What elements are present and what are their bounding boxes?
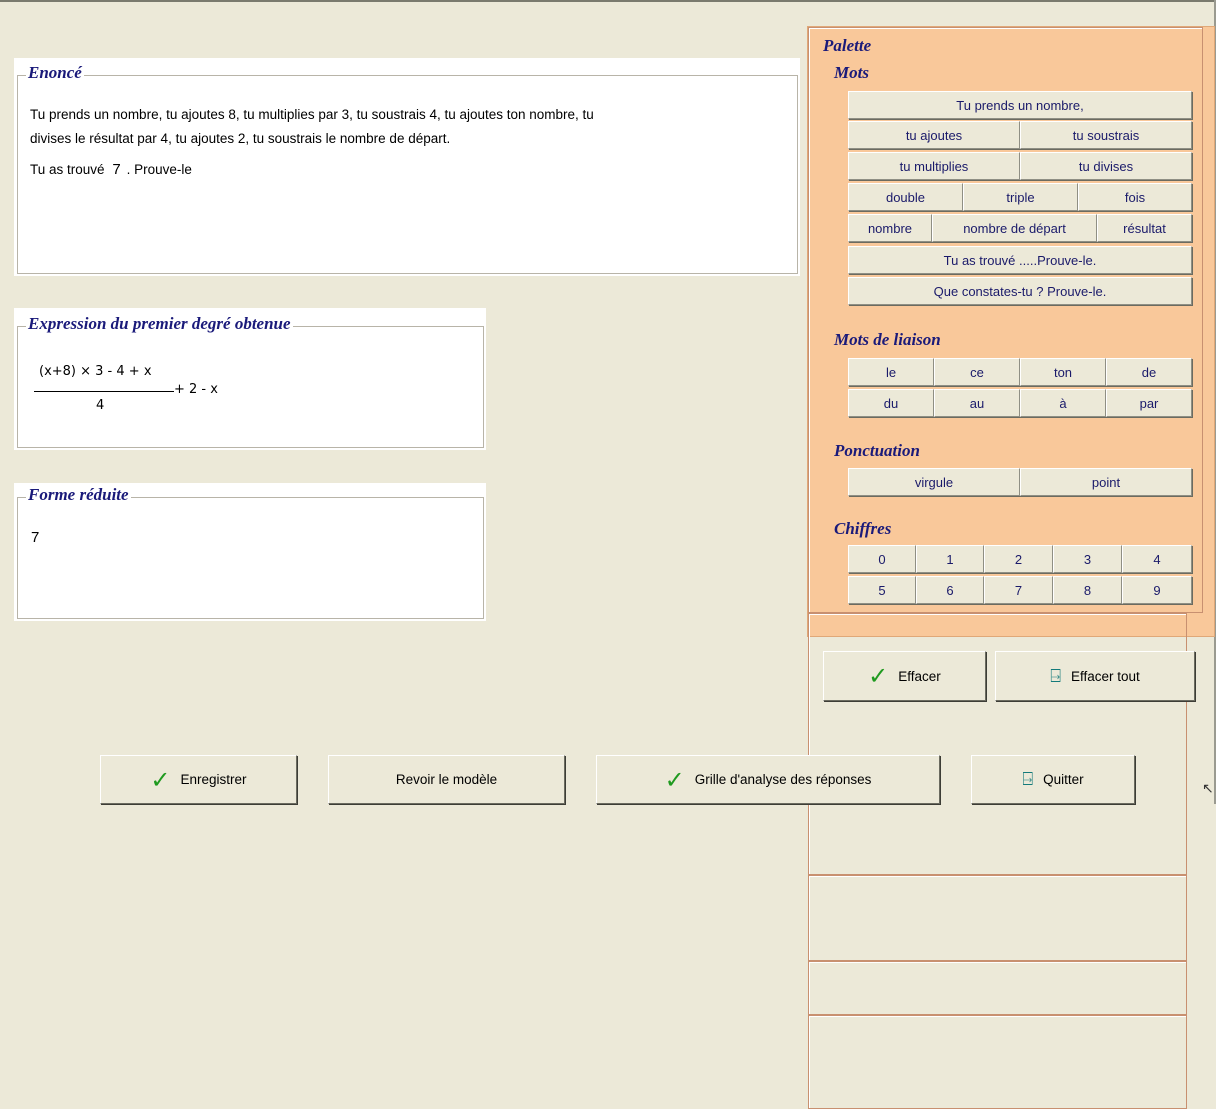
enregistrer-label: Enregistrer bbox=[180, 772, 247, 787]
digit-5[interactable]: 5 bbox=[848, 576, 916, 604]
revoir-modele-button[interactable]: Revoir le modèle bbox=[328, 755, 565, 804]
liaison-title: Mots de liaison bbox=[832, 330, 943, 349]
palette-panel: Palette Mots Tu prends un nombre, tu ajo… bbox=[807, 26, 1215, 1109]
check-icon: ✓ bbox=[150, 765, 171, 794]
chiffres-title: Chiffres bbox=[832, 519, 894, 538]
digit-1[interactable]: 1 bbox=[916, 545, 984, 573]
liaison-ce[interactable]: ce bbox=[934, 358, 1020, 386]
word-nombre[interactable]: nombre bbox=[848, 214, 932, 242]
word-double[interactable]: double bbox=[848, 183, 963, 211]
digit-3[interactable]: 3 bbox=[1053, 545, 1122, 573]
enonce-line-3: Tu as trouvé 7 . Prouve-le bbox=[30, 159, 192, 181]
grille-analyse-button[interactable]: ✓ Grille d'analyse des réponses bbox=[596, 755, 940, 804]
enregistrer-button[interactable]: ✓ Enregistrer bbox=[100, 755, 297, 804]
word-tu-divises[interactable]: tu divises bbox=[1020, 152, 1192, 180]
liaison-de[interactable]: de bbox=[1106, 358, 1192, 386]
punct-point[interactable]: point bbox=[1020, 468, 1192, 496]
mouse-cursor-icon: ↖ bbox=[1202, 780, 1214, 796]
enonce-line-2: divises le résultat par 4, tu ajoutes 2,… bbox=[30, 131, 451, 146]
effacer-label: Effacer bbox=[898, 668, 941, 684]
window-top-border bbox=[0, 0, 1216, 2]
mots-title: Mots bbox=[832, 63, 871, 82]
liaison-du[interactable]: du bbox=[848, 389, 934, 417]
enonce-line-1: Tu prends un nombre, tu ajoutes 8, tu mu… bbox=[30, 107, 594, 122]
digit-7[interactable]: 7 bbox=[984, 576, 1053, 604]
enonce-line-3-pre: Tu as trouvé bbox=[30, 162, 105, 177]
ponctuation-title: Ponctuation bbox=[832, 441, 922, 460]
liaison-au[interactable]: au bbox=[934, 389, 1020, 417]
effacer-tout-label: Effacer tout bbox=[1071, 668, 1140, 684]
punct-virgule[interactable]: virgule bbox=[848, 468, 1020, 496]
word-tu-prends-un-nombre[interactable]: Tu prends un nombre, bbox=[848, 91, 1192, 119]
forme-reduite-title: Forme réduite bbox=[26, 485, 131, 504]
check-icon: ✓ bbox=[664, 765, 685, 794]
grille-analyse-label: Grille d'analyse des réponses bbox=[694, 772, 872, 787]
digit-2[interactable]: 2 bbox=[984, 545, 1053, 573]
word-resultat[interactable]: résultat bbox=[1097, 214, 1192, 242]
quitter-button[interactable]: ⍈ Quitter bbox=[971, 755, 1135, 804]
word-tu-ajoutes[interactable]: tu ajoutes bbox=[848, 121, 1020, 149]
liaison-par[interactable]: par bbox=[1106, 389, 1192, 417]
expression-formula: (x+8) × 3 - 4 + x 4 + 2 - x bbox=[34, 364, 234, 428]
liaison-a[interactable]: à bbox=[1020, 389, 1106, 417]
enonce-title: Enoncé bbox=[26, 63, 84, 82]
word-tu-soustrais[interactable]: tu soustrais bbox=[1020, 121, 1192, 149]
forme-reduite-panel: Forme réduite 7 bbox=[14, 483, 486, 621]
expression-numerator: (x+8) × 3 - 4 + x bbox=[39, 364, 152, 379]
effacer-tout-button[interactable]: ⍈ Effacer tout bbox=[995, 651, 1195, 701]
enonce-result-value: 7 bbox=[112, 161, 121, 178]
liaison-ton[interactable]: ton bbox=[1020, 358, 1106, 386]
digit-0[interactable]: 0 bbox=[848, 545, 916, 573]
word-que-constates-tu[interactable]: Que constates-tu ? Prouve-le. bbox=[848, 277, 1192, 305]
word-triple[interactable]: triple bbox=[963, 183, 1078, 211]
word-nombre-de-depart[interactable]: nombre de départ bbox=[932, 214, 1097, 242]
digit-6[interactable]: 6 bbox=[916, 576, 984, 604]
palette-title: Palette bbox=[821, 36, 874, 55]
expression-tail: + 2 - x bbox=[174, 382, 218, 397]
expression-denominator: 4 bbox=[96, 398, 105, 413]
digit-4[interactable]: 4 bbox=[1122, 545, 1192, 573]
expression-panel: Expression du premier degré obtenue (x+8… bbox=[14, 308, 486, 450]
revoir-modele-label: Revoir le modèle bbox=[395, 772, 498, 787]
word-tu-as-trouve[interactable]: Tu as trouvé .....Prouve-le. bbox=[848, 246, 1192, 274]
word-tu-multiplies[interactable]: tu multiplies bbox=[848, 152, 1020, 180]
enonce-panel: Enoncé Tu prends un nombre, tu ajoutes 8… bbox=[14, 58, 800, 276]
quitter-label: Quitter bbox=[1043, 772, 1084, 787]
check-icon: ✓ bbox=[868, 662, 889, 690]
digit-9[interactable]: 9 bbox=[1122, 576, 1192, 604]
enonce-line-3-post: . Prouve-le bbox=[126, 162, 192, 177]
exit-door-icon: ⍈ bbox=[1022, 769, 1034, 790]
effacer-button[interactable]: ✓ Effacer bbox=[823, 651, 986, 701]
exit-door-icon: ⍈ bbox=[1050, 665, 1061, 687]
liaison-le[interactable]: le bbox=[848, 358, 934, 386]
word-fois[interactable]: fois bbox=[1078, 183, 1192, 211]
forme-reduite-value: 7 bbox=[31, 529, 40, 546]
fraction-bar bbox=[34, 391, 174, 392]
digit-8[interactable]: 8 bbox=[1053, 576, 1122, 604]
expression-title: Expression du premier degré obtenue bbox=[26, 314, 293, 333]
